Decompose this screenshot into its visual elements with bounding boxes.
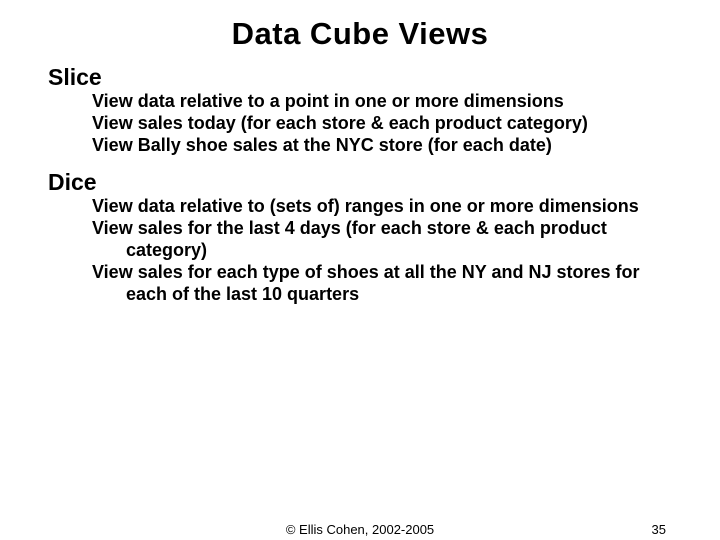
list-item: View sales for each type of shoes at all…	[92, 262, 660, 306]
list-item: View Bally shoe sales at the NYC store (…	[92, 135, 660, 157]
section-heading-dice: Dice	[48, 169, 720, 196]
list-item: View data relative to a point in one or …	[92, 91, 660, 113]
section-heading-slice: Slice	[48, 64, 720, 91]
list-item: View sales for the last 4 days (for each…	[92, 218, 660, 262]
list-item: View data relative to (sets of) ranges i…	[92, 196, 660, 218]
copyright-text: © Ellis Cohen, 2002-2005	[0, 522, 720, 537]
slide: Data Cube Views Slice View data relative…	[0, 0, 720, 540]
slide-title: Data Cube Views	[0, 0, 720, 52]
section-body-dice: View data relative to (sets of) ranges i…	[92, 196, 660, 306]
page-number: 35	[652, 522, 666, 537]
list-item: View sales today (for each store & each …	[92, 113, 660, 135]
section-body-slice: View data relative to a point in one or …	[92, 91, 660, 157]
